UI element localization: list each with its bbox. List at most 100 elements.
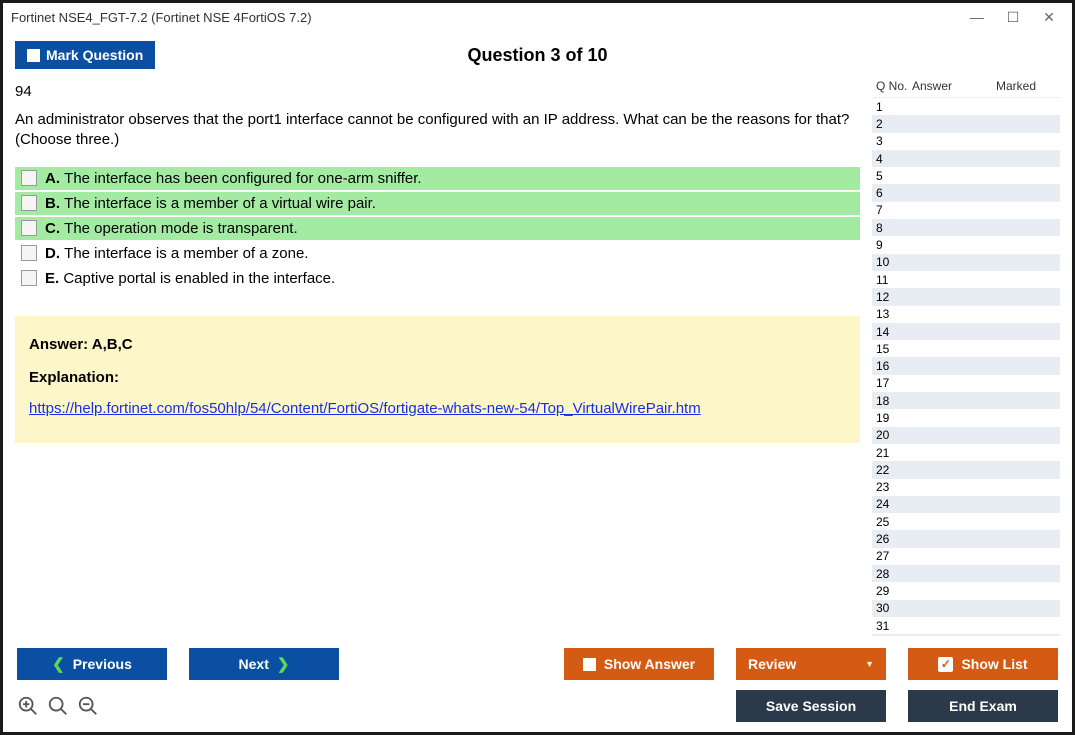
question-list-number: 16 xyxy=(872,359,912,373)
question-list-number: 15 xyxy=(872,342,912,356)
end-exam-label: End Exam xyxy=(949,698,1017,714)
question-list-row[interactable]: 29 xyxy=(872,582,1060,599)
zoom-in-icon[interactable] xyxy=(17,695,39,717)
chevron-right-icon: ❯ xyxy=(277,655,290,673)
question-list-row[interactable]: 14 xyxy=(872,323,1060,340)
question-list-number: 4 xyxy=(872,152,912,166)
answer-summary: Answer: A,B,C xyxy=(29,336,846,353)
question-list-number: 5 xyxy=(872,169,912,183)
question-list-number: 11 xyxy=(872,273,912,287)
mark-question-label: Mark Question xyxy=(46,47,143,63)
question-list-row[interactable]: 21 xyxy=(872,444,1060,461)
answer-option[interactable]: C. The operation mode is transparent. xyxy=(15,217,860,240)
question-list-number: 27 xyxy=(872,549,912,563)
close-icon[interactable]: ✕ xyxy=(1040,9,1058,26)
question-list-row[interactable]: 30 xyxy=(872,600,1060,617)
question-list-row[interactable]: 27 xyxy=(872,548,1060,565)
dropdown-icon: ▼ xyxy=(865,659,874,669)
show-answer-label: Show Answer xyxy=(604,656,695,672)
question-list-row[interactable]: 2 xyxy=(872,115,1060,132)
question-list-row[interactable]: 12 xyxy=(872,288,1060,305)
maximize-icon[interactable]: ☐ xyxy=(1004,9,1022,26)
previous-label: Previous xyxy=(73,656,132,672)
question-number: 94 xyxy=(15,83,860,100)
window-controls: — ☐ ✕ xyxy=(968,9,1064,26)
question-list-row[interactable]: 20 xyxy=(872,427,1060,444)
question-list-row[interactable]: 4 xyxy=(872,150,1060,167)
question-list-number: 6 xyxy=(872,186,912,200)
question-counter-title: Question 3 of 10 xyxy=(467,45,607,66)
checkbox-icon[interactable] xyxy=(21,270,37,286)
chevron-left-icon: ❮ xyxy=(52,655,65,673)
question-list-row[interactable]: 8 xyxy=(872,219,1060,236)
question-list-number: 22 xyxy=(872,463,912,477)
show-answer-button[interactable]: Show Answer xyxy=(564,648,714,680)
question-pane: 94 An administrator observes that the po… xyxy=(15,75,872,636)
question-list-row[interactable]: 18 xyxy=(872,392,1060,409)
answer-option[interactable]: A. The interface has been configured for… xyxy=(15,167,860,190)
previous-button[interactable]: ❮ Previous xyxy=(17,648,167,680)
answer-text: C. The operation mode is transparent. xyxy=(45,220,298,237)
question-list-row[interactable]: 3 xyxy=(872,133,1060,150)
end-exam-button[interactable]: End Exam xyxy=(908,690,1058,722)
save-session-button[interactable]: Save Session xyxy=(736,690,886,722)
question-list-number: 20 xyxy=(872,428,912,442)
zoom-out-icon[interactable] xyxy=(77,695,99,717)
review-button[interactable]: Review ▼ xyxy=(736,648,886,680)
question-list-row[interactable]: 19 xyxy=(872,409,1060,426)
titlebar: Fortinet NSE4_FGT-7.2 (Fortinet NSE 4For… xyxy=(3,3,1072,31)
explanation-box: Answer: A,B,C Explanation: https://help.… xyxy=(15,316,860,443)
question-list-row[interactable]: 28 xyxy=(872,565,1060,582)
question-list-row[interactable]: 6 xyxy=(872,184,1060,201)
header-row: Mark Question Question 3 of 10 xyxy=(3,31,1072,75)
answer-option[interactable]: E. Captive portal is enabled in the inte… xyxy=(15,267,860,290)
question-list-row[interactable]: 24 xyxy=(872,496,1060,513)
question-list-row[interactable]: 26 xyxy=(872,530,1060,547)
question-list-row[interactable]: 23 xyxy=(872,479,1060,496)
question-list-number: 17 xyxy=(872,376,912,390)
mark-question-button[interactable]: Mark Question xyxy=(15,41,155,69)
question-list-row[interactable]: 22 xyxy=(872,461,1060,478)
answer-option[interactable]: D. The interface is a member of a zone. xyxy=(15,242,860,265)
next-button[interactable]: Next ❯ xyxy=(189,648,339,680)
question-list-row[interactable]: 32 xyxy=(872,634,1060,636)
question-list-row[interactable]: 11 xyxy=(872,271,1060,288)
checkbox-icon xyxy=(27,49,40,62)
question-list-row[interactable]: 13 xyxy=(872,306,1060,323)
question-list-row[interactable]: 9 xyxy=(872,236,1060,253)
answer-option[interactable]: B. The interface is a member of a virtua… xyxy=(15,192,860,215)
next-label: Next xyxy=(239,656,269,672)
question-list-row[interactable]: 7 xyxy=(872,202,1060,219)
answer-text: A. The interface has been configured for… xyxy=(45,170,422,187)
review-label: Review xyxy=(748,656,796,672)
question-list-row[interactable]: 31 xyxy=(872,617,1060,634)
checkbox-icon[interactable] xyxy=(21,220,37,236)
answer-text: E. Captive portal is enabled in the inte… xyxy=(45,270,335,287)
question-list-row[interactable]: 10 xyxy=(872,254,1060,271)
explanation-label: Explanation: xyxy=(29,369,846,386)
checkbox-icon[interactable] xyxy=(21,170,37,186)
minimize-icon[interactable]: — xyxy=(968,9,986,26)
save-session-label: Save Session xyxy=(766,698,856,714)
question-list-row[interactable]: 15 xyxy=(872,340,1060,357)
question-list-row[interactable]: 16 xyxy=(872,357,1060,374)
question-list-number: 10 xyxy=(872,255,912,269)
question-list-number: 8 xyxy=(872,221,912,235)
checkbox-icon[interactable] xyxy=(21,195,37,211)
main-area: 94 An administrator observes that the po… xyxy=(3,75,1072,636)
question-list-row[interactable]: 5 xyxy=(872,167,1060,184)
col-header-answer: Answer xyxy=(912,79,972,93)
show-list-button[interactable]: ✓ Show List xyxy=(908,648,1058,680)
question-list-number: 12 xyxy=(872,290,912,304)
question-list-row[interactable]: 17 xyxy=(872,375,1060,392)
question-list-row[interactable]: 1 xyxy=(872,98,1060,115)
app-window: Fortinet NSE4_FGT-7.2 (Fortinet NSE 4For… xyxy=(0,0,1075,735)
answers-list: A. The interface has been configured for… xyxy=(15,167,860,290)
checkbox-icon[interactable] xyxy=(21,245,37,261)
zoom-reset-icon[interactable] xyxy=(47,695,69,717)
question-list-number: 9 xyxy=(872,238,912,252)
side-panel-list[interactable]: 1234567891011121314151617181920212223242… xyxy=(872,98,1060,636)
explanation-link[interactable]: https://help.fortinet.com/fos50hlp/54/Co… xyxy=(29,400,701,417)
side-panel: Q No. Answer Marked 12345678910111213141… xyxy=(872,75,1060,636)
question-list-row[interactable]: 25 xyxy=(872,513,1060,530)
